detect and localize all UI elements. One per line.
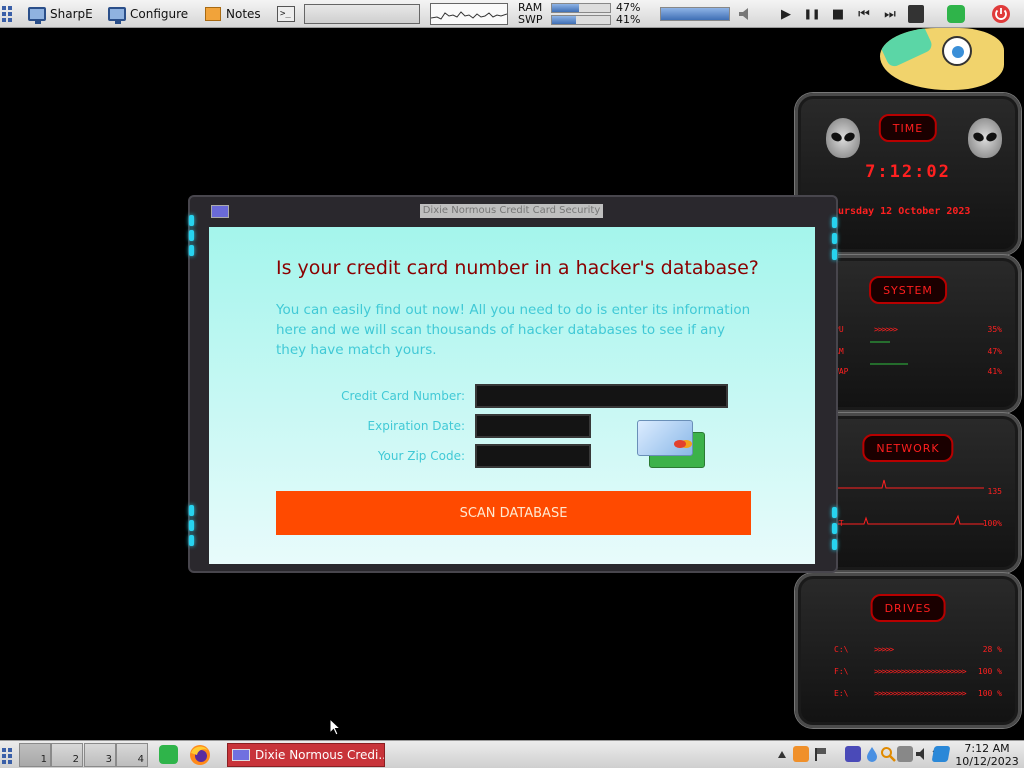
launcher-sharpe[interactable]: SharpE bbox=[28, 0, 93, 28]
power-button[interactable] bbox=[991, 0, 1011, 28]
pause-button[interactable]: ❚❚ bbox=[801, 0, 823, 28]
system-row: AM 47% bbox=[834, 346, 1002, 356]
scan-database-button[interactable]: SCAN DATABASE bbox=[276, 491, 751, 535]
system-row: WAP 41% bbox=[834, 366, 1002, 376]
power-icon bbox=[992, 5, 1010, 23]
network-row: 135 bbox=[987, 486, 1002, 496]
taskbar-window-dixie[interactable]: Dixie Normous Credi... bbox=[227, 743, 385, 767]
previous-button[interactable]: ⏮ bbox=[853, 0, 875, 28]
top-panel: SharpE Configure Notes >_ RAM SWP 47% 41… bbox=[0, 0, 1024, 28]
card-number-input[interactable] bbox=[475, 384, 728, 408]
monitor-icon bbox=[28, 7, 46, 24]
up-arrow-icon[interactable] bbox=[777, 749, 787, 759]
taskbar-clock[interactable]: 7:12 AM 10/12/2023 bbox=[955, 742, 1019, 768]
launcher-configure[interactable]: Configure bbox=[108, 0, 188, 28]
bottom-taskbar: 1 2 3 4 Dixie Normous Credi... 7:12 AM 1… bbox=[0, 740, 1024, 768]
time-widget-title: TIME bbox=[878, 114, 938, 142]
stop-icon: ■ bbox=[831, 6, 845, 22]
monitor-icon bbox=[108, 7, 126, 24]
workspace-2[interactable]: 2 bbox=[51, 743, 83, 767]
chat-app-icon[interactable] bbox=[947, 0, 965, 28]
speaker-icon[interactable] bbox=[737, 0, 753, 28]
system-row: PU >>>>>> 35% bbox=[834, 324, 1002, 334]
chat-app-icon[interactable] bbox=[159, 745, 178, 764]
taskbar-window-label: Dixie Normous Credi... bbox=[255, 748, 385, 762]
drive-row: E:\ >>>>>>>>>>>>>>>>>>>>>>>> 100 % bbox=[834, 688, 1002, 698]
stop-button[interactable]: ■ bbox=[827, 0, 849, 28]
dialog-content: Is your credit card number in a hacker's… bbox=[209, 227, 815, 564]
drives-widget: DRIVES C:\ >>>>> 28 % F:\ >>>>>>>>>>>>>>>>>… bbox=[795, 573, 1021, 728]
window-app-icon[interactable] bbox=[211, 205, 229, 218]
anime-character-image bbox=[880, 28, 1004, 90]
launcher-notes-label: Notes bbox=[226, 7, 261, 21]
swp-value: 41% bbox=[616, 13, 641, 26]
flag-icon[interactable] bbox=[812, 746, 828, 762]
zip-code-label: Your Zip Code: bbox=[377, 449, 465, 463]
terminal-icon: >_ bbox=[277, 6, 295, 22]
previous-icon: ⏮ bbox=[858, 6, 870, 22]
play-button[interactable]: ▶ bbox=[775, 0, 797, 28]
shield-icon[interactable] bbox=[931, 746, 951, 762]
task-entry-box[interactable] bbox=[304, 0, 420, 28]
notes-icon bbox=[205, 7, 221, 21]
launcher-configure-label: Configure bbox=[130, 7, 189, 21]
network-row: UT 100% bbox=[834, 518, 1002, 528]
clock-time: 7:12 AM bbox=[964, 742, 1010, 755]
tray-app-icon[interactable] bbox=[908, 0, 924, 28]
alien-head-icon bbox=[826, 118, 860, 158]
alien-head-icon bbox=[968, 118, 1002, 158]
next-icon: ⏭ bbox=[884, 6, 896, 22]
pause-icon: ❚❚ bbox=[803, 8, 821, 20]
window-title: Dixie Normous Credit Card Security bbox=[420, 204, 603, 218]
swp-label: SWP bbox=[518, 13, 543, 26]
start-menu-grid-icon[interactable] bbox=[2, 748, 12, 764]
volume-icon[interactable] bbox=[914, 746, 930, 762]
search-icon[interactable] bbox=[880, 746, 896, 762]
launcher-sharpe-label: SharpE bbox=[50, 7, 93, 21]
credit-cards-icon bbox=[637, 420, 705, 468]
volume-slider[interactable] bbox=[660, 0, 730, 28]
droplet-icon[interactable] bbox=[864, 746, 880, 762]
firefox-icon[interactable] bbox=[189, 744, 211, 766]
workspace-1[interactable]: 1 bbox=[19, 743, 51, 767]
update-icon[interactable] bbox=[793, 746, 809, 762]
app-menu-grid-icon[interactable] bbox=[2, 0, 12, 28]
mouse-cursor-icon bbox=[329, 718, 341, 736]
clock-date: 10/12/2023 bbox=[955, 755, 1019, 768]
network-icon[interactable] bbox=[897, 746, 913, 762]
next-button[interactable]: ⏭ bbox=[879, 0, 901, 28]
network-widget-title: NETWORK bbox=[862, 434, 954, 462]
drive-row: C:\ >>>>> 28 % bbox=[834, 644, 1002, 654]
launcher-notes[interactable]: Notes bbox=[205, 0, 261, 28]
drives-widget-title: DRIVES bbox=[870, 594, 946, 622]
swp-bar bbox=[551, 15, 611, 25]
dialog-intro-text: You can easily find out now! All you nee… bbox=[276, 302, 751, 358]
security-icon[interactable] bbox=[845, 746, 861, 762]
widget-clock: 7:12:02 bbox=[865, 162, 951, 182]
mem-labels: RAM SWP bbox=[518, 0, 543, 28]
widget-date: ursday 12 October 2023 bbox=[838, 206, 971, 217]
window-app-icon bbox=[232, 749, 250, 761]
workspace-4[interactable]: 4 bbox=[116, 743, 148, 767]
dialog-headline: Is your credit card number in a hacker's… bbox=[276, 257, 759, 279]
drive-row: F:\ >>>>>>>>>>>>>>>>>>>>>>>> 100 % bbox=[834, 666, 1002, 676]
ram-bar bbox=[551, 3, 611, 13]
expiration-date-label: Expiration Date: bbox=[367, 419, 465, 433]
expiration-date-input[interactable] bbox=[475, 414, 591, 438]
terminal-launcher[interactable]: >_ bbox=[277, 0, 295, 28]
system-widget-title: SYSTEM bbox=[869, 276, 947, 304]
zip-code-input[interactable] bbox=[475, 444, 591, 468]
mem-bars bbox=[551, 0, 611, 28]
mem-values: 47% 41% bbox=[616, 0, 640, 28]
workspace-3[interactable]: 3 bbox=[84, 743, 116, 767]
play-icon: ▶ bbox=[781, 6, 791, 22]
system-graph bbox=[870, 341, 908, 365]
cpu-graph bbox=[430, 0, 508, 28]
card-number-label: Credit Card Number: bbox=[341, 389, 465, 403]
